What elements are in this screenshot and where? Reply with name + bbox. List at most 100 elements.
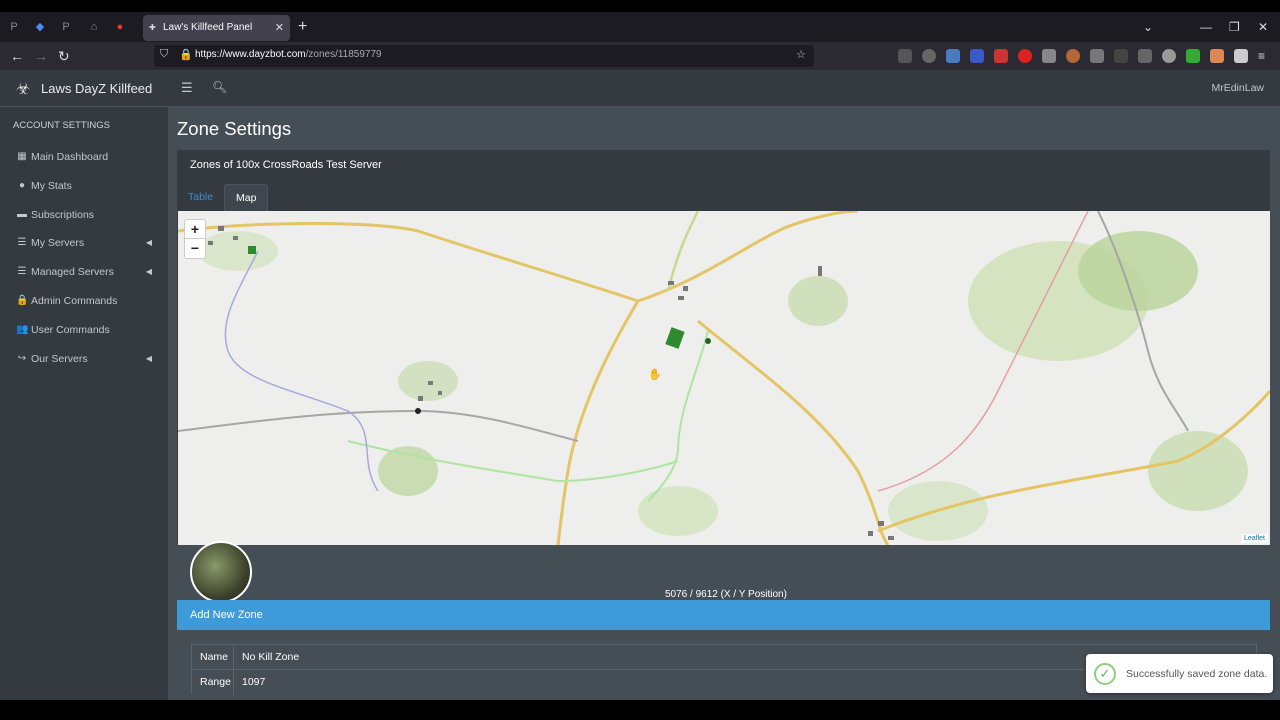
leaflet-attribution[interactable]: Leaflet [1240,534,1268,543]
server-icon: ☰ [17,237,27,249]
tab-table[interactable]: Table [177,184,224,211]
url-bar[interactable]: ⛉ 🔒 https://www.dayzbot.com/zones/118597… [154,45,814,67]
extension-icon[interactable] [1066,49,1080,63]
extension-icon[interactable] [1138,49,1152,63]
extension-icon[interactable] [1234,49,1248,63]
user-circle-icon: ● [18,179,26,191]
pinned-tab-icon[interactable]: ◆ [32,19,48,35]
brand-logo-icon: ☣ [16,81,31,98]
credit-card-icon: ▬ [17,208,27,220]
hand-cursor-icon: ✋ [648,369,662,381]
brand-name: Laws DayZ Killfeed [41,81,153,96]
sidebar-item-main-dashboard[interactable]: ▦ Main Dashboard [0,147,168,176]
add-zone-header: Add New Zone [177,600,1270,630]
extension-icon[interactable] [1018,49,1032,63]
extension-icon[interactable] [970,49,984,63]
coordinate-readout: 5076 / 9612 (X / Y Position) [665,589,787,600]
sidebar-item-label: My Servers [31,237,85,250]
arrow-right-icon[interactable]: → [34,47,48,65]
close-icon[interactable]: ✕ [275,15,284,41]
extension-icon[interactable] [1090,49,1104,63]
browser-window: P ◆ P ⌂ ● ✚ Law's Killfeed Panel ✕ + ⌄ —… [0,0,1280,720]
zoom-out-button[interactable]: − [185,239,205,258]
view-tabs: Table Map [177,184,1270,211]
tab-map[interactable]: Map [224,184,269,211]
brand-link[interactable]: ☣ Laws DayZ Killfeed [0,70,168,107]
server-icon: ☰ [17,266,27,278]
sidebar-item-admin-commands[interactable]: 🔒 Admin Commands [0,291,168,320]
pinned-tab-icon[interactable]: P [58,19,74,35]
sidebar-item-label: Main Dashboard [31,151,109,163]
sidebar-item-subscriptions[interactable]: ▬ Subscriptions [0,205,168,234]
chevron-left-icon: ◀ [145,238,152,248]
sidebar-item-label: User Commands [31,323,110,336]
new-tab-icon[interactable]: + [298,19,307,35]
search-extension-icon[interactable] [946,49,960,63]
tracking-shield-icon[interactable]: ⛉ [160,48,168,61]
active-browser-tab[interactable]: ✚ Law's Killfeed Panel ✕ [143,15,290,41]
user-name[interactable]: MrEdinLaw [1211,82,1264,94]
pinned-tab-icon[interactable]: ● [112,19,128,35]
sidebar-item-label: Admin Commands [31,295,118,307]
sidebar-item-managed-servers[interactable]: ☰ Managed Servers ◀ [0,262,168,291]
reload-icon[interactable]: ↻ [58,47,70,65]
url-host: https://www.dayzbot.com [195,49,306,60]
chevron-left-icon: ◀ [145,267,152,277]
sidebar-item-label: Subscriptions [31,208,95,221]
minimize-icon[interactable]: — [1200,20,1212,34]
sidebar-item-our-servers[interactable]: ↪ Our Servers ◀ [0,349,168,378]
sidebar-item-user-commands[interactable]: 👥 User Commands [0,320,168,349]
field-key: Range [192,670,234,695]
lock-icon[interactable]: 🔒 [179,48,193,61]
sidebar-item-my-stats[interactable]: ● My Stats [0,176,168,205]
zoom-control: + − [184,219,206,259]
search-icon[interactable]: 🔍︎ [212,80,227,94]
dashboard-icon: ▦ [17,151,27,162]
pocket-icon[interactable] [898,49,912,63]
pinned-tab-icon[interactable]: ⌂ [86,19,102,35]
tab-list-chevron-icon[interactable]: ⌄ [1143,20,1153,34]
extension-icon[interactable] [1210,49,1224,63]
sidebar-item-my-servers[interactable]: ☰ My Servers ◀ [0,233,168,262]
window-close-icon[interactable]: ✕ [1258,20,1268,34]
apps-grid-icon[interactable] [1042,49,1056,63]
field-key: Name [192,645,234,670]
sidebar-item-label: My Stats [31,179,72,192]
tab-strip: P ◆ P ⌂ ● ✚ Law's Killfeed Panel ✕ + ⌄ —… [0,12,1280,42]
users-icon: 👥 [16,323,29,335]
toast-message: Successfully saved zone data. [1126,668,1268,680]
url-text[interactable]: https://www.dayzbot.com/zones/11859779 [195,49,382,60]
map-tiles [178,211,1270,545]
tab-title: Law's Killfeed Panel [163,22,253,33]
letterbox-top [0,0,1280,12]
extension-icon[interactable] [1162,49,1176,63]
page-title: Zone Settings [177,118,292,139]
url-path: /zones/11859779 [305,49,382,60]
pinned-tab-icon[interactable]: P [6,19,22,35]
success-toast[interactable]: ✓ Successfully saved zone data. [1086,654,1273,693]
arrow-left-icon[interactable]: ← [10,47,24,65]
share-icon: ↪ [17,352,27,364]
zone-range-value[interactable]: 1097 [242,670,265,695]
sidebar-item-label: Managed Servers [31,266,114,279]
bookmark-star-icon[interactable]: ☆ [796,48,806,61]
check-circle-icon: ✓ [1094,663,1116,685]
extension-icon[interactable] [1114,49,1128,63]
extension-icon[interactable] [994,49,1008,63]
nav-bar: ← → ↻ ⛉ 🔒 https://www.dayzbot.com/zones/… [0,42,1280,70]
zoom-in-button[interactable]: + [185,220,205,239]
hamburger-menu-icon[interactable]: ☰ [181,80,193,96]
extension-icon[interactable] [1186,49,1200,63]
zone-map[interactable]: + − ✋ Leaflet [178,211,1270,545]
tab-favicon-icon: ✚ [149,23,156,32]
sidebar-item-label: Our Servers [31,352,88,365]
extension-icon[interactable] [922,49,936,63]
zone-thumbnail[interactable] [190,541,252,603]
sidebar: ☣ Laws DayZ Killfeed ACCOUNT SETTINGS ▦ M… [0,70,168,700]
menu-icon[interactable]: ≡ [1258,47,1265,65]
chevron-left-icon: ◀ [145,353,152,363]
sidebar-header: ACCOUNT SETTINGS [13,120,110,131]
lock-icon: 🔒 [16,295,29,306]
restore-icon[interactable]: ❐ [1229,20,1240,34]
zone-name-value[interactable]: No Kill Zone [242,645,299,670]
